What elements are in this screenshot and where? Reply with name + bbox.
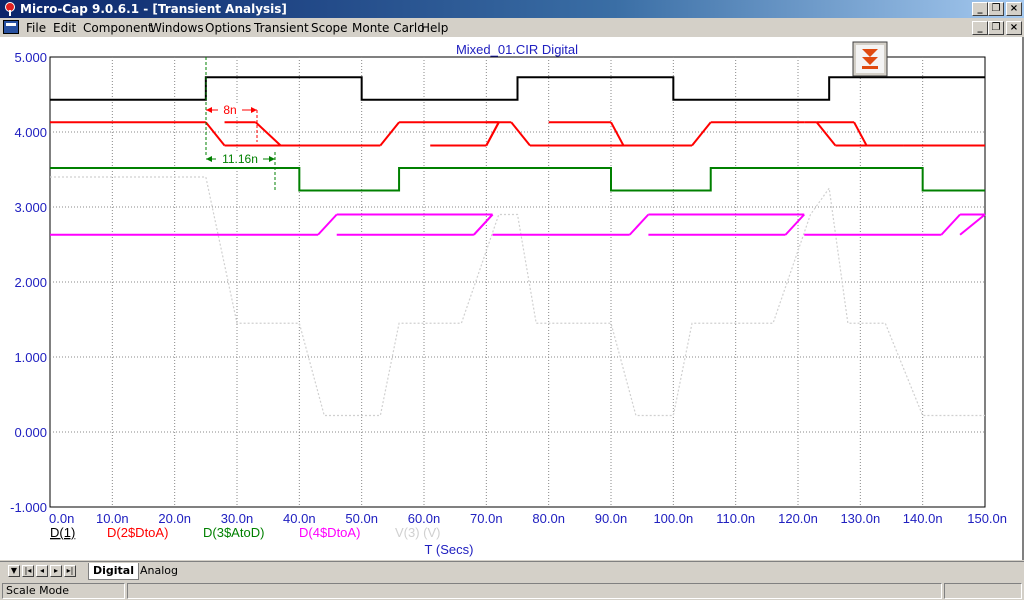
- status-pane-3: [944, 583, 1022, 599]
- document-icon[interactable]: [3, 20, 19, 34]
- x-tick-label: 90.0n: [595, 511, 628, 526]
- plot-area: [49, 56, 986, 508]
- legend-item: D(2$DtoA): [107, 525, 168, 540]
- title-bar: Micro-Cap 9.0.6.1 - [Transient Analysis]…: [0, 0, 1024, 18]
- x-tick-label: 80.0n: [532, 511, 565, 526]
- x-tick-label: 120.0n: [778, 511, 818, 526]
- doc-minimize-button[interactable]: _: [972, 21, 988, 35]
- x-tick-label: 130.0n: [840, 511, 880, 526]
- x-tick-label: 20.0n: [158, 511, 191, 526]
- status-pane-2: [127, 583, 942, 599]
- legend-item: D(4$DtoA): [299, 525, 360, 540]
- nav-last-button[interactable]: ▸|: [64, 565, 76, 577]
- menu-windows[interactable]: Windows: [150, 21, 204, 35]
- menu-component[interactable]: Component: [83, 21, 153, 35]
- x-tick-label: 70.0n: [470, 511, 503, 526]
- window-title: Micro-Cap 9.0.6.1 - [Transient Analysis]: [20, 2, 287, 16]
- status-bar: Scale Mode: [0, 581, 1024, 600]
- menu-bar: File Edit Component Windows Options Tran…: [0, 18, 1024, 38]
- x-tick-label: 50.0n: [345, 511, 378, 526]
- x-tick-label: 0.0n: [49, 511, 74, 526]
- y-tick-label: 2.000: [14, 275, 47, 290]
- app-icon: [5, 2, 15, 16]
- x-tick-label: 10.0n: [96, 511, 129, 526]
- y-tick-label: 3.000: [14, 200, 47, 215]
- minimize-button[interactable]: _: [972, 2, 988, 16]
- nav-prev-page-button[interactable]: |◂: [22, 565, 34, 577]
- y-tick-label: 0.000: [14, 425, 47, 440]
- doc-restore-button[interactable]: ❐: [988, 21, 1004, 35]
- tab-digital[interactable]: Digital: [88, 563, 139, 580]
- legend-item: D(3$AtoD): [203, 525, 264, 540]
- plot-window[interactable]: Mixed_01.CIR Digital 5.000 4.000 3.000 2.00…: [0, 37, 1024, 560]
- menu-edit[interactable]: Edit: [53, 21, 76, 35]
- delay2-label: 11.16n: [222, 152, 258, 166]
- chart[interactable]: Mixed_01.CIR Digital 5.000 4.000 3.000 2.00…: [0, 37, 1022, 560]
- nav-next-button[interactable]: ▸: [50, 565, 62, 577]
- menu-options[interactable]: Options: [205, 21, 251, 35]
- legend: D(1) D(2$DtoA) D(3$AtoD) D(4$DtoA) V(3) (V): [50, 525, 441, 540]
- menu-file[interactable]: File: [26, 21, 46, 35]
- status-mode: Scale Mode: [2, 583, 125, 599]
- doc-close-button[interactable]: ×: [1006, 21, 1022, 35]
- y-tick-labels: 5.000 4.000 3.000 2.000 1.000 0.000 -1.000: [10, 50, 47, 515]
- delay1-label: 8n: [223, 103, 236, 117]
- y-tick-label: 4.000: [14, 125, 47, 140]
- x-axis-label: T (Secs): [425, 542, 474, 557]
- x-tick-labels: 0.0n 10.0n 20.0n 30.0n 40.0n 50.0n 60.0n 70.0n 8…: [49, 511, 1007, 526]
- plot-title: Mixed_01.CIR Digital: [456, 42, 578, 57]
- y-tick-label: 1.000: [14, 350, 47, 365]
- nav-prev-button[interactable]: ◂: [36, 565, 48, 577]
- x-tick-label: 110.0n: [716, 511, 755, 526]
- scroll-down-icon[interactable]: [852, 41, 888, 77]
- grid: [49, 56, 986, 508]
- legend-item: V(3) (V): [395, 525, 441, 540]
- menu-scope[interactable]: Scope: [311, 21, 348, 35]
- x-tick-label: 100.0n: [653, 511, 693, 526]
- y-tick-label: 5.000: [14, 50, 47, 65]
- x-tick-label: 60.0n: [408, 511, 441, 526]
- tab-analog[interactable]: Analog: [136, 563, 182, 579]
- nav-first-button[interactable]: ▼: [8, 565, 20, 577]
- x-tick-label: 30.0n: [221, 511, 254, 526]
- menu-transient[interactable]: Transient: [254, 21, 309, 35]
- x-tick-label: 40.0n: [283, 511, 316, 526]
- menu-help[interactable]: Help: [421, 21, 448, 35]
- legend-item: D(1): [50, 525, 75, 540]
- tab-bar: ▼ |◂ ◂ ▸ ▸| Digital Analog: [0, 561, 1024, 581]
- x-tick-label: 150.0n: [967, 511, 1007, 526]
- menu-monte-carlo[interactable]: Monte Carlo: [352, 21, 425, 35]
- restore-button[interactable]: ❐: [988, 2, 1004, 16]
- x-tick-label: 140.0n: [903, 511, 943, 526]
- close-button[interactable]: ×: [1006, 2, 1022, 16]
- y-tick-label: -1.000: [10, 500, 47, 515]
